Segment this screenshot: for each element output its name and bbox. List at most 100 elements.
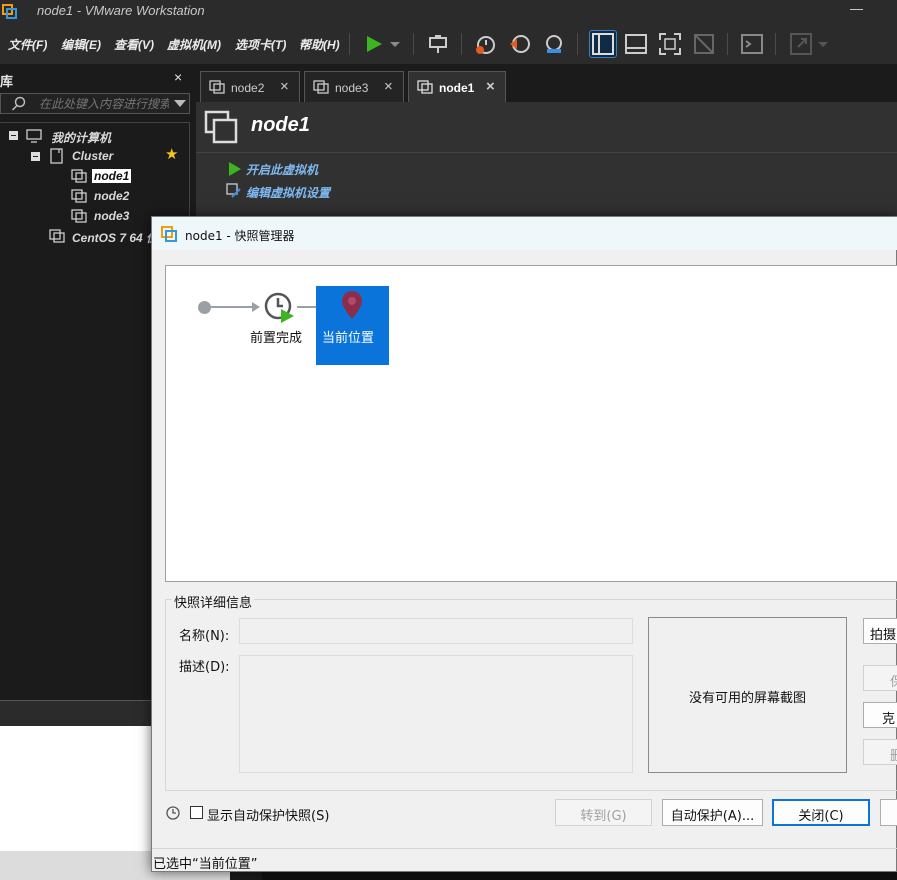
tab-node1[interactable]: node1 × [408, 71, 506, 102]
folder-icon [50, 148, 63, 164]
vmware-logo-icon [161, 226, 177, 242]
toolbar-separator [727, 33, 728, 55]
show-autoprotect-label[interactable]: 显示自动保护快照(S) [207, 805, 329, 824]
dialog-title: node1 - 快照管理器 [185, 229, 295, 243]
help-button[interactable] [880, 799, 897, 826]
library-search[interactable] [0, 93, 190, 114]
vm-icon [417, 80, 433, 94]
save-button[interactable]: 保 [863, 665, 897, 691]
stretch-dropdown-icon[interactable] [816, 32, 830, 56]
menu-view[interactable]: 查看(V) [114, 36, 154, 53]
arrow-icon [252, 302, 260, 312]
tab-label: node2 [231, 81, 265, 95]
close-icon[interactable]: × [486, 78, 495, 95]
vm-icon [313, 80, 329, 94]
tree-item-centos[interactable]: CentOS 7 64 位 [72, 229, 158, 246]
toolbar-separator [413, 33, 414, 55]
tab-node3[interactable]: node3 × [304, 71, 404, 102]
toolbar-separator [775, 33, 776, 55]
library-header: 库 × [0, 68, 192, 89]
library-view-icon[interactable] [589, 30, 617, 58]
location-pin-icon [342, 291, 362, 319]
menu-file[interactable]: 文件(F) [8, 36, 47, 53]
close-icon[interactable]: × [384, 78, 393, 95]
tree-item-node2[interactable]: node2 [94, 189, 129, 203]
description-field[interactable] [239, 655, 633, 773]
tab-strip: node2 × node3 × node1 × [196, 70, 897, 102]
take-snapshot-button[interactable]: 拍摄 [863, 618, 897, 644]
library-title: 库 [0, 74, 14, 89]
collapse-icon[interactable] [31, 152, 40, 161]
fullscreen-icon[interactable] [658, 32, 682, 56]
unity-icon[interactable] [692, 32, 716, 56]
snapshot-take-icon[interactable] [474, 32, 498, 56]
tree-item-my-computer[interactable]: 我的计算机 [51, 129, 111, 146]
thumbnail-bar-icon[interactable] [624, 32, 648, 56]
menu-vm[interactable]: 虚拟机(M) [167, 36, 221, 53]
console-icon[interactable] [740, 32, 764, 56]
show-autoprotect-checkbox[interactable] [190, 806, 203, 819]
connector-line [211, 306, 255, 308]
vm-icon [71, 189, 87, 203]
history-icon [166, 806, 180, 820]
chevron-down-icon[interactable] [174, 100, 186, 107]
description-label: 描述(D): [179, 660, 230, 675]
details-title: 快照详细信息 [172, 592, 255, 611]
close-icon[interactable]: × [280, 78, 289, 95]
vmware-logo-icon [2, 4, 17, 19]
goto-button[interactable]: 转到(G) [555, 799, 652, 826]
search-input[interactable] [39, 95, 169, 112]
vm-icon [49, 229, 65, 243]
vm-large-icon [204, 110, 238, 144]
menu-edit[interactable]: 编辑(E) [61, 36, 101, 53]
collapse-icon[interactable] [9, 131, 18, 140]
vm-icon [209, 80, 225, 94]
dialog-status-bar: 已选中“当前位置” [152, 848, 897, 872]
vm-name: node1 [251, 114, 310, 136]
menu-help[interactable]: 帮助(H) [299, 36, 340, 53]
tab-label: node1 [439, 81, 475, 95]
menu-bar: 文件(F) 编辑(E) 查看(V) 虚拟机(M) 选项卡(T) 帮助(H) [0, 24, 897, 64]
send-keys-icon[interactable] [426, 32, 450, 56]
edit-settings-link[interactable]: 编辑虚拟机设置 [246, 184, 330, 201]
name-label: 名称(N): [179, 629, 230, 644]
snapshot-manager-dialog: node1 - 快照管理器 前置完成 当前位置 快照详细信息 名称(N): 描述… [151, 216, 897, 872]
dialog-title-bar: node1 - 快照管理器 [152, 217, 897, 250]
autoprotect-button[interactable]: 自动保护(A)... [662, 799, 763, 826]
tree-item-node1[interactable]: node1 [92, 169, 132, 183]
current-position-node[interactable]: 当前位置 [316, 286, 389, 365]
close-button[interactable]: 关闭(C) [772, 799, 870, 826]
no-screenshot-text: 没有可用的屏幕截图 [688, 691, 806, 706]
snapshot-manager-icon[interactable] [542, 32, 566, 56]
tree-item-node3[interactable]: node3 [94, 209, 129, 223]
toolbar-separator [349, 33, 350, 55]
root-node-icon [198, 301, 211, 314]
toolbar-separator [461, 33, 462, 55]
tree-item-cluster[interactable]: Cluster [72, 149, 113, 163]
tab-node2[interactable]: node2 × [200, 71, 300, 102]
computer-icon [26, 129, 42, 143]
play-icon [229, 162, 241, 176]
divider [196, 152, 897, 153]
tab-label: node3 [335, 81, 369, 95]
snapshot-revert-icon[interactable] [508, 32, 532, 56]
star-icon[interactable]: ★ [165, 145, 178, 163]
minimize-button[interactable]: — [850, 1, 863, 16]
delete-button[interactable]: 删 [863, 739, 897, 765]
dropdown-icon[interactable] [388, 32, 402, 56]
menu-tabs[interactable]: 选项卡(T) [235, 36, 286, 53]
vm-icon [71, 169, 87, 183]
play-icon[interactable] [362, 32, 386, 56]
snapshot-tree-canvas[interactable]: 前置完成 当前位置 [165, 265, 897, 582]
clone-button[interactable]: 克 [863, 702, 897, 728]
library-close-button[interactable]: × [174, 69, 182, 85]
title-bar: node1 - VMware Workstation — [0, 0, 897, 24]
toolbar-separator [577, 33, 578, 55]
name-field[interactable] [239, 618, 633, 644]
window-title: node1 - VMware Workstation [37, 3, 205, 18]
snapshot-icon[interactable] [263, 291, 297, 325]
stretch-icon[interactable] [789, 32, 813, 56]
current-position-label: 当前位置 [322, 331, 375, 346]
power-on-link[interactable]: 开启此虚拟机 [246, 161, 318, 178]
snapshot-label[interactable]: 前置完成 [250, 327, 302, 346]
